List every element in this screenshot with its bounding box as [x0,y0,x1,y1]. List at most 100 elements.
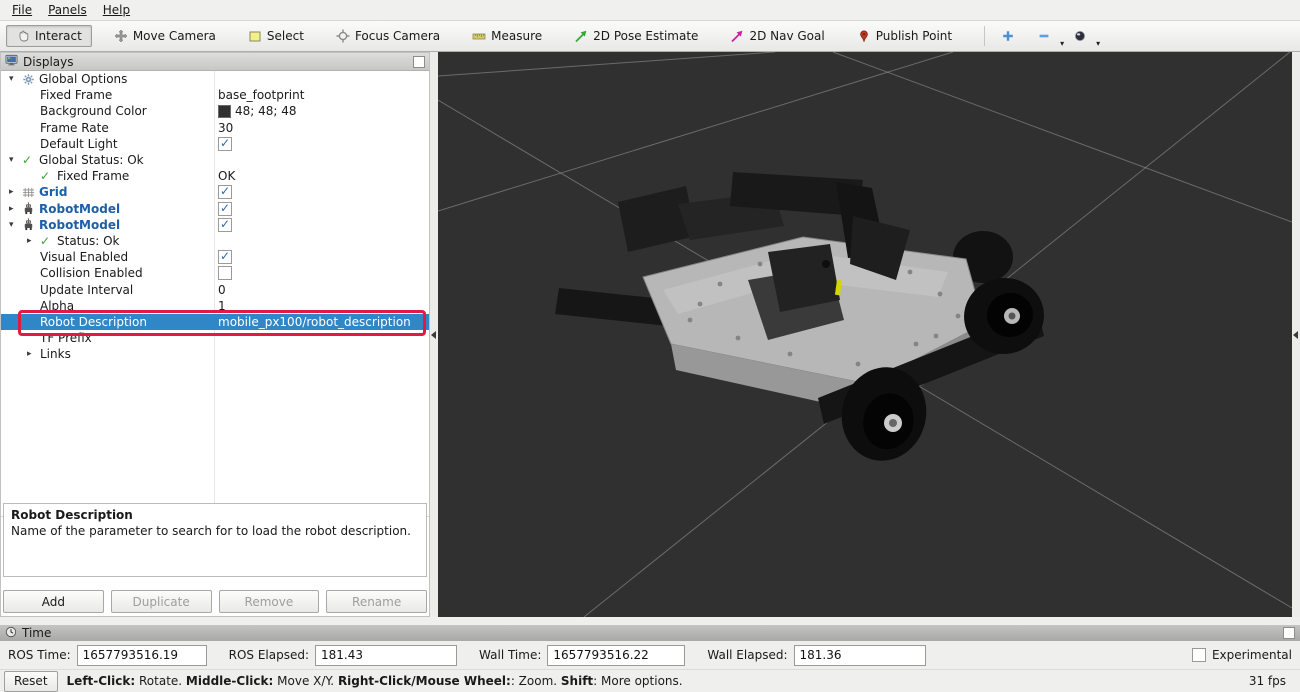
tree-row-links[interactable]: ▸Links [1,346,429,362]
tree-row-robotmodel[interactable]: ▾RobotModel [1,217,429,233]
remove-button[interactable]: Remove [219,590,320,613]
tool-2d-pose-estimate[interactable]: 2D Pose Estimate [564,25,708,47]
checkbox-unchecked[interactable] [218,266,232,280]
expander-right-icon[interactable]: ▸ [9,187,22,197]
property-value[interactable] [218,137,427,151]
property-value[interactable] [218,185,427,199]
fps-counter: 31 fps [1249,674,1286,688]
focus-icon [336,29,350,43]
expander-right-icon[interactable]: ▸ [9,204,22,214]
menu-panels[interactable]: Panels [40,1,95,19]
collapse-left-icon[interactable] [431,331,436,339]
tree-row-collision-enabled[interactable]: Collision Enabled [1,265,429,281]
minus-tool-button[interactable]: ▾ [1031,27,1057,45]
wall-time-input[interactable] [547,645,685,666]
tree-row-visual-enabled[interactable]: Visual Enabled [1,249,429,265]
property-value[interactable]: OK [218,169,427,183]
tree-row-fixed-frame[interactable]: ✓Fixed FrameOK [1,168,429,184]
grid-icon [22,186,39,199]
tool-select[interactable]: Select [238,25,314,47]
rviz-window: FilePanelsHelp Interact Move Camera Select… [0,0,1300,692]
experimental-label: Experimental [1212,648,1292,662]
tree-row-robot-description[interactable]: Robot Descriptionmobile_px100/robot_desc… [1,314,429,330]
tree-row-frame-rate[interactable]: Frame Rate30 [1,120,429,136]
time-field-label: Wall Time: [479,648,541,662]
tool-label: 2D Nav Goal [749,29,824,43]
property-value[interactable]: 0 [218,283,427,297]
ros-time-input[interactable] [77,645,207,666]
property-value[interactable]: 30 [218,121,427,135]
expander-right-icon[interactable]: ▸ [27,349,40,359]
right-splitter[interactable] [1292,52,1300,617]
hand-icon [16,29,30,43]
description-title: Robot Description [11,508,419,524]
wall-elapsed-field: Wall Elapsed: [707,645,925,666]
tool-interact[interactable]: Interact [6,25,92,47]
left-splitter[interactable] [430,52,438,617]
displays-float-button[interactable] [413,56,425,68]
tree-row-background-color[interactable]: Background Color48; 48; 48 [1,103,429,119]
expander-down-icon[interactable]: ▾ [9,155,22,165]
menu-help[interactable]: Help [95,1,138,19]
property-value[interactable]: 1 [218,299,427,313]
expander-right-icon[interactable]: ▸ [27,236,40,246]
tool-measure[interactable]: Measure [462,25,552,47]
tree-row-status-ok[interactable]: ▸✓Status: Ok [1,233,429,249]
checkbox-checked[interactable] [218,218,232,232]
dropdown-caret-icon[interactable]: ▾ [1060,39,1064,48]
displays-panel-header[interactable]: Displays [1,53,429,71]
checkbox-checked[interactable] [218,185,232,199]
tool-label: Focus Camera [355,29,440,43]
property-value[interactable] [218,218,427,232]
property-value[interactable]: base_footprint [218,88,427,102]
tree-row-robotmodel[interactable]: ▸RobotModel [1,201,429,217]
property-value[interactable] [218,266,427,280]
property-value[interactable] [218,250,427,264]
tool-label: Select [267,29,304,43]
time-field-label: Wall Elapsed: [707,648,787,662]
tree-row-tf-prefix[interactable]: TF Prefix [1,330,429,346]
time-panel-header[interactable]: Time [0,625,1300,641]
tree-row-alpha[interactable]: Alpha1 [1,298,429,314]
status-ok-check-icon: ✓ [22,153,39,167]
tool-focus-camera[interactable]: Focus Camera [326,25,450,47]
property-value[interactable]: mobile_px100/robot_description [218,315,427,329]
expander-down-icon[interactable]: ▾ [9,74,22,84]
tree-row-update-interval[interactable]: Update Interval0 [1,281,429,297]
reset-button[interactable]: Reset [4,671,58,692]
checkbox-checked[interactable] [218,250,232,264]
tree-row-default-light[interactable]: Default Light [1,136,429,152]
3d-viewport[interactable] [438,52,1292,617]
time-float-button[interactable] [1283,627,1295,639]
rename-button[interactable]: Rename [326,590,427,613]
checkbox-checked[interactable] [218,202,232,216]
robot-model [555,172,1050,470]
pose-arrow-icon [574,29,588,43]
time-panel-body: ROS Time:ROS Elapsed:Wall Time:Wall Elap… [0,641,1300,669]
help-action: Rotate. [135,674,186,688]
property-value[interactable] [218,202,427,216]
add-button[interactable]: Add [3,590,104,613]
tool-move-camera[interactable]: Move Camera [104,25,226,47]
help-key: Left-Click: [67,674,136,688]
tree-row-fixed-frame[interactable]: Fixed Frame base_footprint [1,87,429,103]
help-key: Middle-Click: [186,674,273,688]
plus-tool-button[interactable] [995,27,1021,45]
tool-publish-point[interactable]: Publish Point [847,25,962,47]
expander-down-icon[interactable]: ▾ [9,220,22,230]
duplicate-button[interactable]: Duplicate [111,590,212,613]
tree-row-global-status-ok[interactable]: ▾✓Global Status: Ok [1,152,429,168]
tool-2d-nav-goal[interactable]: 2D Nav Goal [720,25,834,47]
property-value[interactable]: 48; 48; 48 [218,104,427,118]
checkbox-checked[interactable] [218,137,232,151]
menu-file[interactable]: File [4,1,40,19]
property-label: Fixed Frame [40,88,112,102]
sphere-tool-button[interactable]: ▾ [1067,27,1093,45]
tree-row-global-options[interactable]: ▾Global Options [1,71,429,87]
dropdown-caret-icon[interactable]: ▾ [1096,39,1100,48]
tree-row-grid[interactable]: ▸Grid [1,184,429,200]
experimental-checkbox[interactable] [1192,648,1206,662]
wall-elapsed-input[interactable] [794,645,926,666]
collapse-right-icon[interactable] [1293,331,1298,339]
ros-elapsed-input[interactable] [315,645,457,666]
